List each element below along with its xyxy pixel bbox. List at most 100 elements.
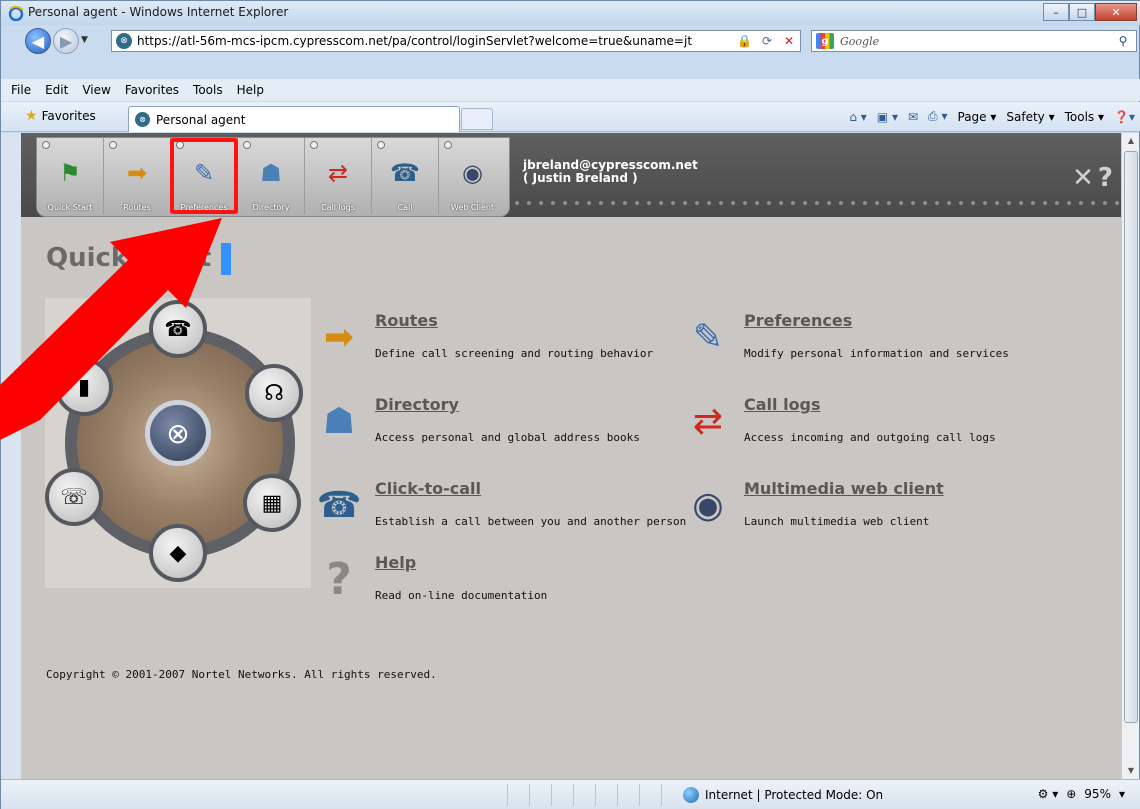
toolbar-label: Quick Start bbox=[47, 203, 93, 212]
call-logs-icon: ⇄ bbox=[327, 159, 349, 187]
routes-description: Define call screening and routing behavi… bbox=[375, 347, 654, 360]
mail-icon[interactable]: ✉ bbox=[908, 110, 918, 124]
toolbar-directory[interactable]: ☗ Directory bbox=[238, 138, 305, 214]
page-menu[interactable]: Page ▾ bbox=[958, 110, 997, 124]
status-cells bbox=[507, 784, 683, 806]
toolbar-label: Routes bbox=[123, 203, 151, 212]
call-logs-link[interactable]: Call logs bbox=[744, 395, 821, 414]
toolbar-preferences[interactable]: ✎ Preferences bbox=[171, 138, 238, 214]
menu-tools[interactable]: Tools bbox=[193, 83, 223, 97]
feature-routes: ➡ Routes Define call screening and routi… bbox=[313, 311, 673, 371]
search-box[interactable]: g Google ⚲ bbox=[811, 30, 1137, 52]
phone-icon: ☎ bbox=[316, 484, 362, 526]
zoom-icon: ⊕ bbox=[1066, 787, 1077, 801]
tools-menu[interactable]: Tools ▾ bbox=[1065, 110, 1104, 124]
security-zone[interactable]: Internet | Protected Mode: On bbox=[683, 787, 883, 803]
globe-icon bbox=[683, 787, 699, 803]
zoom-level: 95% bbox=[1084, 787, 1111, 801]
text-cursor bbox=[221, 243, 231, 275]
indicator-dot bbox=[377, 141, 385, 149]
preferences-description: Modify personal information and services bbox=[744, 347, 1009, 360]
search-placeholder: Google bbox=[840, 34, 880, 48]
menu-favorites[interactable]: Favorites bbox=[125, 83, 179, 97]
zoom-control[interactable]: ⚙ ▾ ⊕ 95% ▾ bbox=[1030, 787, 1125, 801]
toolbar-call-logs[interactable]: ⇄ Call logs bbox=[305, 138, 372, 214]
tab-personal-agent[interactable]: ⊗ Personal agent bbox=[128, 106, 460, 132]
hero-collage: ⊗ ☎ ▮ ☊ ☏ ▦ ◆ bbox=[45, 298, 311, 588]
toolbar-label: Web Client bbox=[450, 203, 495, 212]
feature-web-client: ◉ Multimedia web client Launch multimedi… bbox=[682, 479, 1042, 539]
recent-pages-dropdown[interactable]: ▼ bbox=[81, 35, 88, 45]
scrollbar-thumb[interactable] bbox=[1124, 151, 1138, 723]
click-to-call-description: Establish a call between you and another… bbox=[375, 515, 687, 528]
help-icon[interactable]: ? bbox=[1098, 163, 1113, 193]
print-icon[interactable]: ⎙ ▾ bbox=[928, 109, 947, 124]
address-bar-row: ◀ ▶ ▼ ⊗ https://atl-56m-mcs-ipcm.cypress… bbox=[1, 25, 1140, 57]
new-tab-button[interactable] bbox=[461, 108, 493, 130]
headset-icon: ☊ bbox=[245, 364, 303, 422]
user-info: jbreland@cypresscom.net ( Justin Breland… bbox=[523, 159, 698, 185]
stop-icon[interactable]: ✕ bbox=[778, 34, 800, 48]
menu-bar: File Edit View Favorites Tools Help bbox=[1, 79, 1140, 101]
menu-file[interactable]: File bbox=[11, 83, 31, 97]
preferences-link[interactable]: Preferences bbox=[744, 311, 852, 330]
search-icon[interactable]: ⚲ bbox=[1110, 34, 1136, 48]
close-icon[interactable]: ✕ bbox=[1072, 163, 1094, 193]
toolbar-label: Call logs bbox=[321, 203, 355, 212]
google-icon: g bbox=[816, 33, 834, 49]
indicator-dot bbox=[42, 141, 50, 149]
phone-icon: ☎ bbox=[390, 159, 420, 187]
window-title: Personal agent - Windows Internet Explor… bbox=[28, 5, 289, 19]
call-logs-description: Access incoming and outgoing call logs bbox=[744, 431, 996, 444]
indicator-dot bbox=[176, 141, 184, 149]
routes-link[interactable]: Routes bbox=[375, 311, 438, 330]
web-client-link[interactable]: Multimedia web client bbox=[744, 479, 944, 498]
feature-click-to-call: ☎ Click-to-call Establish a call between… bbox=[313, 479, 687, 539]
directory-icon: ☗ bbox=[322, 400, 356, 442]
scroll-up-arrow-icon[interactable]: ▲ bbox=[1122, 133, 1140, 149]
page-content: ⚑ Quick Start ➡ Routes ✎ Preferences ☗ D… bbox=[21, 133, 1121, 779]
browser-window: Personal agent - Windows Internet Explor… bbox=[0, 0, 1140, 809]
menu-edit[interactable]: Edit bbox=[45, 83, 68, 97]
zoom-dropdown-icon[interactable]: ▾ bbox=[1119, 787, 1125, 801]
indicator-dot bbox=[310, 141, 318, 149]
feeds-icon[interactable]: ▣ ▾ bbox=[877, 110, 898, 124]
favorites-button[interactable]: ★ Favorites bbox=[25, 108, 96, 124]
star-icon: ★ bbox=[25, 108, 38, 124]
vertical-scrollbar[interactable]: ▲ ▼ bbox=[1121, 133, 1139, 779]
status-bar: Internet | Protected Mode: On ⚙ ▾ ⊕ 95% … bbox=[1, 779, 1140, 809]
directory-icon: ☗ bbox=[260, 159, 282, 187]
toolbar-label: Directory bbox=[252, 203, 290, 212]
toolbar-call[interactable]: ☎ Call bbox=[372, 138, 439, 214]
refresh-icon[interactable]: ⟳ bbox=[756, 34, 778, 48]
toolbar-web-client[interactable]: ◉ Web Client bbox=[439, 138, 506, 214]
home-icon[interactable]: ⌂ ▾ bbox=[849, 110, 866, 124]
preferences-icon: ✎ bbox=[193, 159, 215, 187]
address-field[interactable]: ⊗ https://atl-56m-mcs-ipcm.cypresscom.ne… bbox=[111, 30, 801, 52]
minimize-button[interactable]: – bbox=[1043, 3, 1069, 21]
toolbar-quick-start[interactable]: ⚑ Quick Start bbox=[37, 138, 104, 214]
pda-icon: ▦ bbox=[243, 474, 301, 532]
toolbar-label: Preferences bbox=[180, 203, 228, 212]
toolbar-routes[interactable]: ➡ Routes bbox=[104, 138, 171, 214]
close-button[interactable]: ✕ bbox=[1095, 3, 1137, 21]
maximize-button[interactable]: □ bbox=[1069, 3, 1095, 21]
feature-call-logs: ⇄ Call logs Access incoming and outgoing… bbox=[682, 395, 1042, 455]
lock-icon[interactable]: 🔒 bbox=[737, 34, 752, 48]
scroll-down-arrow-icon[interactable]: ▼ bbox=[1122, 763, 1140, 779]
trust-icon[interactable]: ⚙ ▾ bbox=[1038, 787, 1059, 801]
directory-link[interactable]: Directory bbox=[375, 395, 459, 414]
left-frame bbox=[1, 133, 21, 779]
menu-view[interactable]: View bbox=[82, 83, 110, 97]
ip-phone-icon: ☏ bbox=[45, 468, 103, 526]
back-button[interactable]: ◀ bbox=[25, 28, 51, 54]
web-client-icon: ◉ bbox=[692, 484, 724, 526]
indicator-dot bbox=[109, 141, 117, 149]
help-icon[interactable]: ❓▾ bbox=[1114, 110, 1135, 124]
click-to-call-link[interactable]: Click-to-call bbox=[375, 479, 481, 498]
safety-menu[interactable]: Safety ▾ bbox=[1006, 110, 1054, 124]
menu-help[interactable]: Help bbox=[237, 83, 264, 97]
forward-button[interactable]: ▶ bbox=[53, 28, 79, 54]
site-icon: ⊗ bbox=[116, 33, 132, 49]
help-link[interactable]: Help bbox=[375, 553, 416, 572]
